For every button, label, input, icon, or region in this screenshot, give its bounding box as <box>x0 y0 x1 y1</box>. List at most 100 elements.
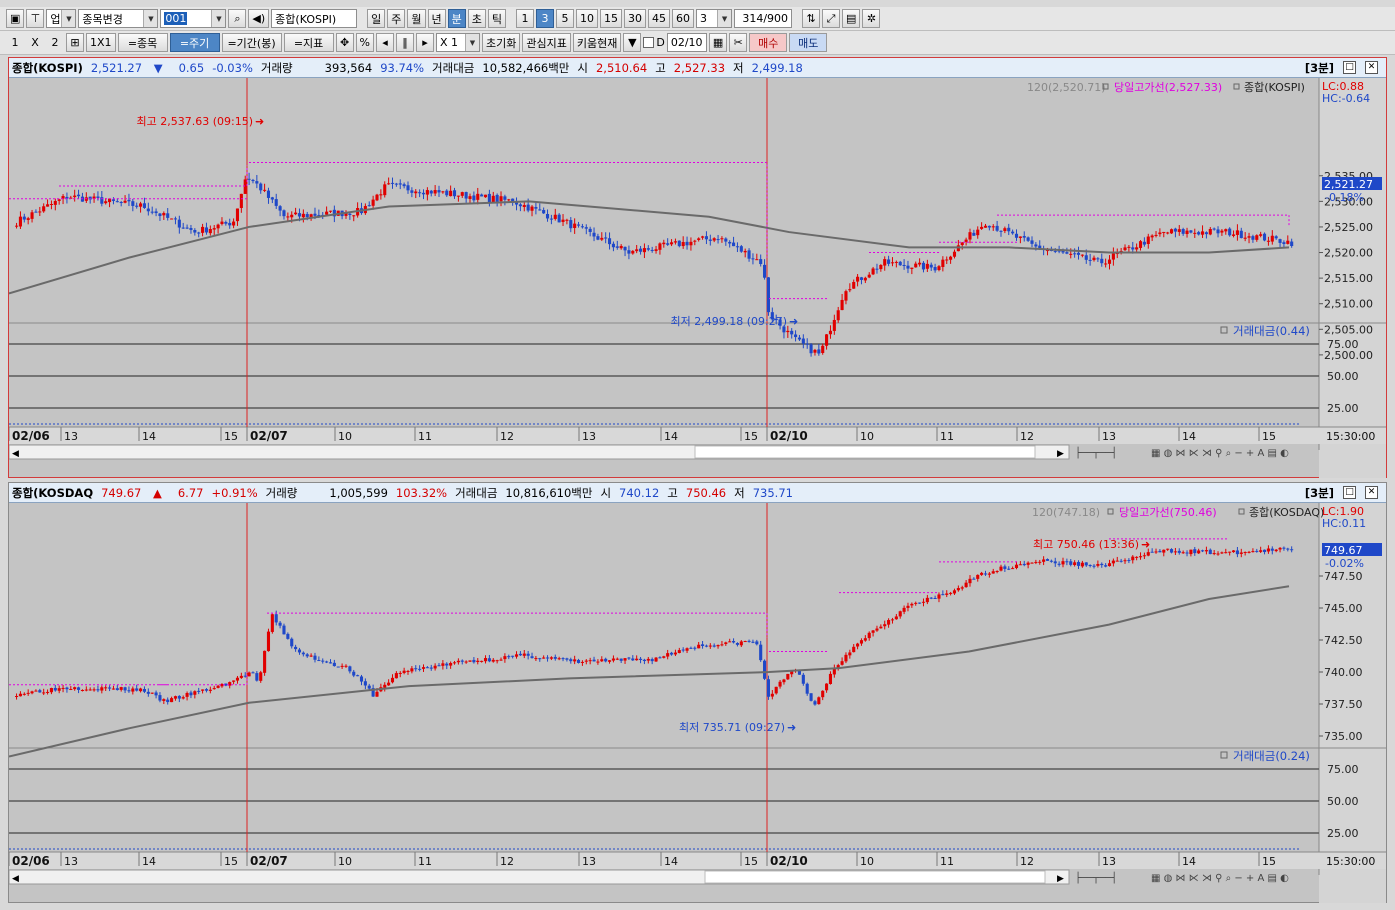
kosdaq-chart-canvas[interactable]: 747.50 745.00 742.50 740.00 737.50 735.00 75.0… <box>9 503 1386 903</box>
search-icon[interactable]: ⌕ <box>228 9 247 28</box>
last-price-label: 749.67 <box>1324 544 1363 557</box>
candle-down <box>480 194 484 197</box>
minute-3[interactable]: 3 <box>536 9 555 28</box>
candle-down <box>875 268 879 270</box>
time-readout: 15:30:00 <box>1326 430 1375 443</box>
period-week[interactable]: 주 <box>387 9 406 28</box>
calendar-icon[interactable]: ▦ <box>708 33 728 52</box>
candle-up <box>383 184 387 196</box>
candle-down <box>115 201 119 203</box>
next-icon[interactable]: ▸ <box>416 33 434 52</box>
watch-indicator-button[interactable]: 관심지표 <box>522 33 571 52</box>
candle-up <box>1255 235 1259 240</box>
candle-down <box>1169 549 1174 553</box>
candle-up <box>956 588 960 591</box>
candle-up <box>1030 562 1034 564</box>
period-tick[interactable]: 틱 <box>487 9 507 28</box>
candle-up <box>421 667 426 669</box>
pin-icon[interactable]: ⊤ <box>26 9 45 28</box>
move-icon[interactable]: ✥ <box>335 33 354 52</box>
candle-down <box>805 343 809 345</box>
tool-b-icon[interactable]: ⤢ <box>822 9 841 28</box>
period-month[interactable]: 월 <box>407 9 426 28</box>
candle-up <box>654 657 658 662</box>
scissors-icon[interactable]: ✂ <box>729 33 748 52</box>
minute-45[interactable]: 45 <box>648 9 671 28</box>
candle-up <box>185 693 189 697</box>
candle-down <box>464 192 468 199</box>
interval-select[interactable]: 3 ▼ <box>696 9 733 28</box>
candle-up <box>476 193 480 200</box>
minute-5[interactable]: 5 <box>556 9 575 28</box>
date-input[interactable]: 02/10 <box>666 33 707 52</box>
candle-up <box>266 631 271 652</box>
item-button[interactable]: =종목 <box>117 33 168 52</box>
period-second[interactable]: 초 <box>467 9 486 28</box>
candle-down <box>592 659 596 662</box>
d-checkbox[interactable] <box>643 37 655 48</box>
close-icon[interactable]: ✕ <box>1365 486 1378 499</box>
candle-up <box>848 652 852 656</box>
percent-button[interactable]: % <box>355 33 374 52</box>
candle-up <box>1243 551 1247 553</box>
minute-30[interactable]: 30 <box>624 9 647 28</box>
candle-up <box>755 259 759 261</box>
kiwoom-current-button[interactable]: 키움현재 <box>572 33 622 52</box>
sub-tick-label: 50.00 <box>1327 795 1359 808</box>
maximize-icon[interactable]: □ <box>1343 61 1356 74</box>
minute-60[interactable]: 60 <box>672 9 695 28</box>
candle-up <box>960 587 964 589</box>
tool-a-icon[interactable]: ⇅ <box>802 9 821 28</box>
layout-1x1-button[interactable]: 1X1 <box>86 33 116 52</box>
layout-1[interactable]: 1 <box>6 33 24 52</box>
kospi-chart-canvas[interactable]: 2,535.002,530.002,525.002,520.002,515.00… <box>9 78 1386 478</box>
candle-down <box>65 196 69 199</box>
candle-up <box>30 691 34 694</box>
prev-icon[interactable]: ◂ <box>376 33 394 52</box>
chevron-down-icon[interactable]: ▼ <box>623 33 642 52</box>
candle-down <box>801 674 805 684</box>
candle-up <box>49 688 53 693</box>
candle-down <box>619 658 623 661</box>
layout-2[interactable]: 2 <box>46 33 64 52</box>
low-label: 저 <box>734 485 745 500</box>
reset-button[interactable]: 초기화 <box>482 33 521 52</box>
period-minute[interactable]: 분 <box>447 9 466 28</box>
close-icon[interactable]: ✕ <box>1365 61 1378 74</box>
period-day[interactable]: 일 <box>367 9 386 28</box>
candle-down <box>584 227 588 229</box>
save-icon[interactable]: ▤ <box>842 9 861 28</box>
candle-up <box>352 215 356 217</box>
grid-icon[interactable]: ⊞ <box>66 33 84 52</box>
candle-down <box>542 210 546 214</box>
candle-down <box>1282 547 1286 549</box>
indicator-button[interactable]: =지표 <box>283 33 334 52</box>
maximize-icon[interactable]: □ <box>1343 486 1356 499</box>
gear-icon[interactable]: ✲ <box>862 9 881 28</box>
code-input[interactable]: 001 ▼ <box>160 9 227 28</box>
candle-down <box>972 578 976 580</box>
candle-up <box>980 226 984 229</box>
market-select[interactable]: 업 ▼ <box>46 9 77 28</box>
candle-down <box>367 205 371 207</box>
sell-button[interactable]: 매도 <box>789 33 828 52</box>
code-value: 001 <box>164 12 188 25</box>
minute-1[interactable]: 1 <box>516 9 535 28</box>
minute-15[interactable]: 15 <box>600 9 623 28</box>
zoom-select[interactable]: X 1 ▼ <box>436 33 480 52</box>
bar-count-field[interactable]: 314/900 <box>734 9 793 28</box>
speaker-icon[interactable]: ◀) <box>248 9 270 28</box>
pause-icon[interactable]: ‖ <box>396 33 414 52</box>
minute-10[interactable]: 10 <box>576 9 599 28</box>
range-button[interactable]: =기간(봉) <box>221 33 282 52</box>
candle-up <box>697 644 701 649</box>
symbol-change-select[interactable]: 종목변경 ▼ <box>78 9 159 28</box>
buy-button[interactable]: 매수 <box>749 33 788 52</box>
layout-x[interactable]: X <box>26 33 44 52</box>
candle-up <box>999 566 1003 571</box>
period-button[interactable]: =주기 <box>169 33 220 52</box>
pane-window-controls: [3분] □ ✕ <box>1305 58 1386 77</box>
period-year[interactable]: 년 <box>427 9 446 28</box>
window-icon[interactable]: ▣ <box>6 9 25 28</box>
candle-up <box>170 218 174 220</box>
